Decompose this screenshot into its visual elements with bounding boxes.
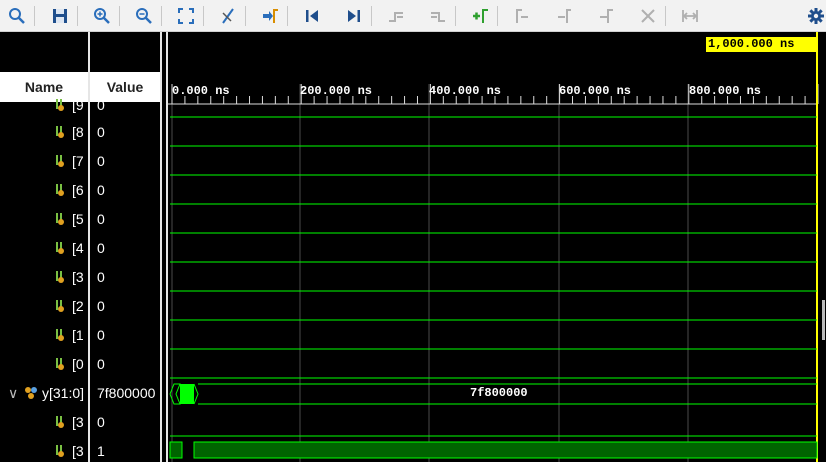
- bit-signal-icon: [56, 184, 64, 196]
- previous-transition-icon[interactable]: [383, 3, 409, 29]
- signal-name[interactable]: [7: [72, 151, 88, 171]
- signal-value: 0: [97, 414, 105, 430]
- bit-wave-high-start: [169, 441, 183, 459]
- time-label-0: 0.000 ns: [172, 84, 230, 98]
- waveform-toolbar: [0, 0, 826, 32]
- signal-value: 1: [97, 443, 105, 459]
- signal-value: 0: [97, 182, 105, 198]
- bus-edge-right: [193, 383, 199, 405]
- bit-signal-icon: [56, 300, 64, 312]
- vertical-scrollbar-thumb[interactable]: [822, 300, 825, 340]
- signal-name[interactable]: [2: [72, 296, 88, 316]
- time-label-200: 200.000 ns: [300, 84, 373, 98]
- previous-marker-icon[interactable]: [509, 3, 535, 29]
- zoom-fit-icon[interactable]: [173, 3, 199, 29]
- bit-signal-icon: [56, 416, 64, 428]
- bit-signal-icon: [56, 126, 64, 138]
- signal-name[interactable]: [8: [72, 122, 88, 142]
- signal-name[interactable]: [3: [72, 441, 88, 461]
- signal-value: 0: [97, 211, 105, 227]
- signal-value: 7f800000: [97, 385, 156, 401]
- signal-name[interactable]: [4: [72, 238, 88, 258]
- time-label-400: 400.000 ns: [429, 84, 502, 98]
- signal-name[interactable]: [3: [72, 412, 88, 432]
- signal-name[interactable]: [6: [72, 180, 88, 200]
- signal-name[interactable]: [0: [72, 354, 88, 374]
- bit-signal-icon: [56, 329, 64, 341]
- bit-signal-icon: [56, 445, 64, 457]
- bit-signal-icon: [56, 358, 64, 370]
- save-icon[interactable]: [47, 3, 73, 29]
- time-label-600: 600.000 ns: [559, 84, 632, 98]
- bit-signal-icon: [56, 155, 64, 167]
- swap-cursors-icon[interactable]: [593, 3, 619, 29]
- go-to-time-zero-icon[interactable]: [257, 3, 283, 29]
- search-icon[interactable]: [4, 3, 30, 29]
- signal-name[interactable]: y[31:0]: [42, 383, 88, 403]
- bus-signal-icon: [25, 387, 37, 399]
- signal-value: 0: [97, 298, 105, 314]
- settings-gear-icon[interactable]: [803, 3, 826, 29]
- bit-signal-icon: [56, 271, 64, 283]
- signal-name[interactable]: [1: [72, 325, 88, 345]
- signal-value: 0: [97, 240, 105, 256]
- time-label-800: 800.000 ns: [689, 84, 762, 98]
- add-marker-icon[interactable]: [467, 3, 493, 29]
- snap-to-transition-icon[interactable]: [677, 3, 703, 29]
- signal-value: 0: [97, 124, 105, 140]
- bus-value-label: 7f800000: [470, 386, 528, 400]
- go-to-end-icon[interactable]: [341, 3, 367, 29]
- bit-signal-icon: [56, 242, 64, 254]
- signal-value: 0: [97, 327, 105, 343]
- signal-value: 0: [97, 153, 105, 169]
- clear-icon[interactable]: [635, 3, 661, 29]
- bit-wave-high: [193, 441, 818, 459]
- signal-value: 0: [97, 269, 105, 285]
- zoom-out-icon[interactable]: [131, 3, 157, 29]
- signal-name[interactable]: [3: [72, 267, 88, 287]
- cursor-toggle-icon[interactable]: [215, 3, 241, 29]
- next-marker-icon[interactable]: [551, 3, 577, 29]
- cursor-time-label: 1,000.000 ns: [706, 37, 816, 52]
- zoom-in-icon[interactable]: [89, 3, 115, 29]
- next-transition-icon[interactable]: [425, 3, 451, 29]
- signal-name[interactable]: [5: [72, 209, 88, 229]
- bit-signal-icon: [56, 213, 64, 225]
- expand-chevron-icon[interactable]: ∨: [8, 383, 18, 403]
- signal-value: 0: [97, 356, 105, 372]
- bus-undefined-region: [180, 384, 194, 404]
- go-to-start-icon[interactable]: [299, 3, 325, 29]
